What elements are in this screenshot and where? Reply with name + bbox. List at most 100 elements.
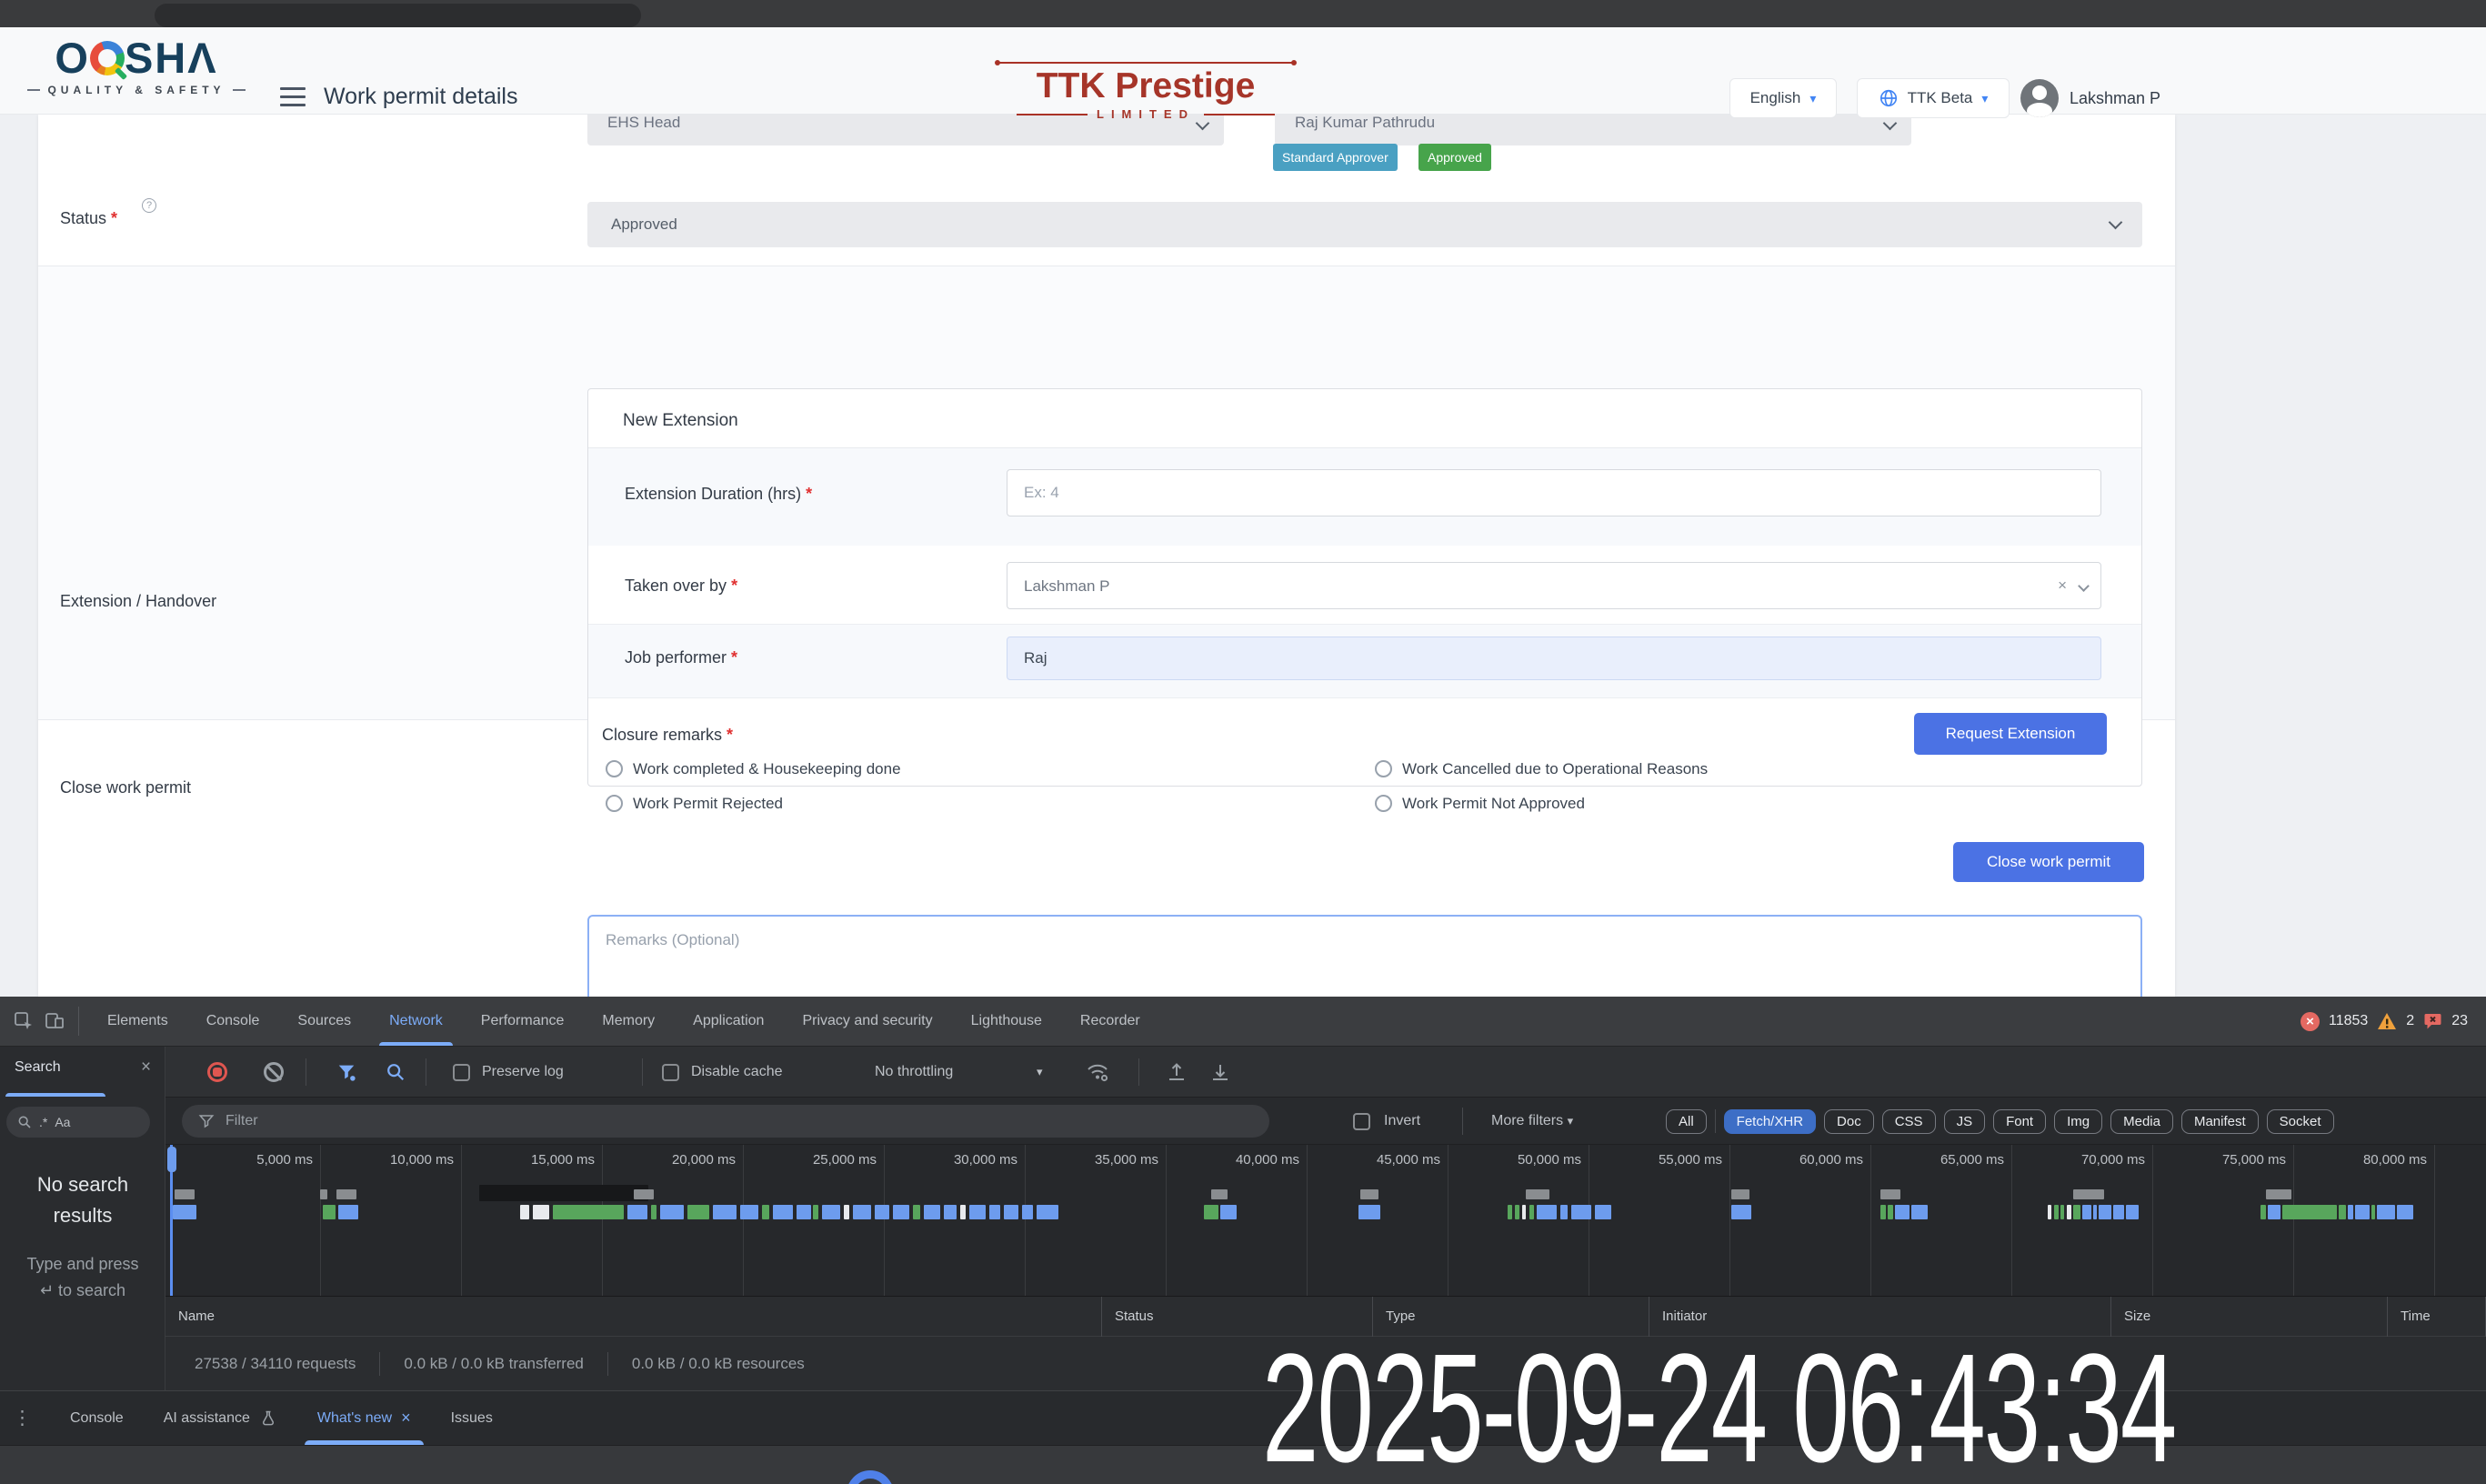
close-icon[interactable]: × [401, 1391, 411, 1445]
menu-icon[interactable] [280, 87, 306, 107]
waterfall-bar [2113, 1205, 2124, 1219]
tab-memory[interactable]: Memory [583, 997, 674, 1046]
search-network-icon[interactable] [386, 1047, 406, 1098]
match-case-toggle[interactable]: Aa [55, 1115, 70, 1129]
tab-console[interactable]: Console [187, 997, 279, 1046]
chip-manifest[interactable]: Manifest [2181, 1109, 2259, 1134]
column-header-time[interactable]: Time [2388, 1297, 2486, 1337]
remarks-textarea[interactable] [587, 915, 2142, 997]
chip-font[interactable]: Font [1993, 1109, 2046, 1134]
radio-permit-not-approved[interactable] [1375, 795, 1392, 812]
no-search-results: No search results [9, 1169, 156, 1231]
waterfall-bar [822, 1205, 840, 1219]
chevron-down-icon: ▾ [1037, 1047, 1043, 1098]
clear-icon[interactable]: × [2058, 562, 2067, 609]
close-icon[interactable]: × [141, 1058, 151, 1078]
regex-toggle[interactable]: .* [39, 1115, 47, 1129]
search-pane-tab[interactable]: Search [15, 1059, 61, 1076]
tab-performance[interactable]: Performance [462, 997, 584, 1046]
info-icon[interactable]: ? [142, 198, 156, 213]
approver-select-right[interactable]: Raj Kumar Pathrudu [1275, 115, 1911, 145]
waterfall-bar [2082, 1205, 2091, 1219]
network-conditions-icon[interactable] [1086, 1047, 1109, 1098]
tab-lighthouse[interactable]: Lighthouse [952, 997, 1061, 1046]
request-extension-button[interactable]: Request Extension [1914, 713, 2107, 755]
job-performer-label: Job performer [625, 648, 737, 667]
network-filter-input[interactable]: Filter [182, 1105, 1269, 1138]
chevron-down-icon [1883, 116, 1898, 131]
tab-recorder[interactable]: Recorder [1061, 997, 1159, 1046]
tab-sources[interactable]: Sources [278, 997, 370, 1046]
issue-count[interactable]: 23 [2451, 1013, 2468, 1029]
timeline-tick-label: 80,000 ms [2289, 1152, 2427, 1168]
disable-cache-label: Disable cache [691, 1047, 783, 1098]
network-overview-timeline[interactable]: 5,000 ms10,000 ms15,000 ms20,000 ms25,00… [165, 1145, 2486, 1296]
tab-privacy-security[interactable]: Privacy and security [783, 997, 951, 1046]
radio-permit-rejected[interactable] [606, 795, 623, 812]
job-performer-input[interactable] [1007, 637, 2101, 680]
chip-media[interactable]: Media [2110, 1109, 2173, 1134]
drawer-tab-ai-assistance[interactable]: AI assistance [144, 1391, 297, 1445]
drawer-tab-whats-new[interactable]: What's new × [297, 1391, 431, 1445]
invert-checkbox[interactable] [1353, 1096, 1370, 1147]
language-selector[interactable]: English ▾ [1729, 78, 1837, 118]
waterfall-bar [713, 1205, 737, 1219]
timeline-tick-label: 40,000 ms [1161, 1152, 1299, 1168]
waterfall-bar [651, 1205, 657, 1219]
chip-css[interactable]: CSS [1882, 1109, 1936, 1134]
waterfall-bar [913, 1205, 920, 1219]
disable-cache-checkbox[interactable] [662, 1047, 679, 1098]
tab-elements[interactable]: Elements [88, 997, 187, 1046]
issues-icon[interactable] [2423, 1012, 2442, 1030]
clear-network-log-button[interactable] [264, 1047, 284, 1098]
record-network-log-button[interactable] [207, 1047, 227, 1098]
chip-all[interactable]: All [1666, 1109, 1707, 1134]
timeline-tick-label: 65,000 ms [1866, 1152, 2004, 1168]
inspect-icon[interactable] [13, 1010, 35, 1032]
search-pane-input[interactable]: .* Aa [6, 1107, 150, 1138]
error-count[interactable]: 11853 [2329, 1013, 2368, 1029]
export-har-icon[interactable] [1209, 1047, 1231, 1098]
throttling-select[interactable]: No throttling [875, 1047, 953, 1098]
drawer-tab-console[interactable]: Console [50, 1391, 144, 1445]
waterfall-bar [338, 1205, 358, 1219]
user-menu[interactable]: Lakshman P [2020, 78, 2160, 118]
more-filters-button[interactable]: More filters ▾ [1491, 1096, 1573, 1147]
error-icon[interactable]: × [2301, 1012, 2320, 1031]
chip-js[interactable]: JS [1944, 1109, 1986, 1134]
search-pane: Search × .* Aa No search results Type an… [0, 1047, 165, 1390]
close-work-permit-button[interactable]: Close work permit [1953, 842, 2144, 882]
preserve-log-checkbox[interactable] [453, 1047, 470, 1098]
chip-doc[interactable]: Doc [1824, 1109, 1874, 1134]
radio-work-cancelled[interactable] [1375, 760, 1392, 777]
search-hint: Type and press ↵ to search [18, 1251, 147, 1304]
drawer-tab-issues[interactable]: Issues [431, 1391, 513, 1445]
status-select[interactable]: Approved [587, 202, 2142, 247]
waterfall-bar [2067, 1205, 2071, 1219]
tab-application[interactable]: Application [674, 997, 783, 1046]
waterfall-bar [1022, 1205, 1033, 1219]
warning-count[interactable]: 2 [2406, 1013, 2414, 1029]
device-toolbar-icon[interactable] [44, 1010, 65, 1032]
more-tools-icon[interactable]: ⋮ [13, 1407, 32, 1429]
taken-over-select[interactable]: Lakshman P × [1007, 562, 2101, 609]
chip-socket[interactable]: Socket [2267, 1109, 2334, 1134]
waterfall-bar [2060, 1205, 2064, 1219]
warning-icon[interactable] [2377, 1012, 2397, 1030]
environment-selector[interactable]: TTK Beta ▾ [1857, 78, 2010, 118]
browser-tab[interactable] [155, 4, 641, 27]
flask-icon [259, 1409, 277, 1428]
extension-duration-input[interactable] [1007, 469, 2101, 516]
extension-section-label: Extension / Handover [60, 592, 216, 611]
column-header-name[interactable]: Name [165, 1297, 1102, 1337]
import-har-icon[interactable] [1166, 1047, 1188, 1098]
waterfall-bar [2339, 1205, 2346, 1219]
tab-network[interactable]: Network [370, 997, 462, 1046]
waterfall-bar [762, 1205, 769, 1219]
page-title: Work permit details [324, 84, 518, 110]
client-logo: TTK Prestige LIMITED [993, 62, 1298, 121]
filter-toggle-icon[interactable] [336, 1047, 356, 1098]
chip-fetch-xhr[interactable]: Fetch/XHR [1724, 1109, 1816, 1134]
radio-work-completed[interactable] [606, 760, 623, 777]
chip-img[interactable]: Img [2054, 1109, 2102, 1134]
